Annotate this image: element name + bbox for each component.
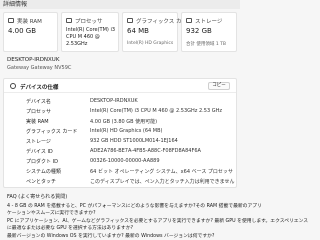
window-title: 詳細情報 bbox=[3, 1, 28, 8]
processor-card-title: プロセッサ bbox=[75, 19, 103, 25]
faq-line: PC にアプリケーション、Al、ゲームなどグラフィックスを必要とするアプリを実行… bbox=[7, 219, 309, 224]
spec-label: 実装 RAM bbox=[26, 119, 49, 125]
device-specs-header[interactable]: デバイスの仕様 コピー bbox=[4, 79, 236, 93]
spec-row: デバイス ID ADE2A786-BE7A-4FB5-A88C-F08FD8A8… bbox=[4, 148, 236, 156]
faq-section: FAQ (よく寄せられる質問) 4 - 8 GB の RAM を搭載すると、PC… bbox=[3, 191, 308, 239]
spec-value: ADE2A786-BE7A-4FB5-A88C-F08FD8A84F6A bbox=[90, 148, 201, 154]
copy-button[interactable]: コピー bbox=[208, 82, 230, 90]
device-model: Gateway Gateway NV59C bbox=[7, 65, 72, 71]
spec-value: DESKTOP-IRDNXUK bbox=[90, 98, 138, 104]
spec-row: 実装 RAM 4.00 GB (3.80 GB 使用可能) bbox=[4, 118, 236, 126]
device-info: DESKTOP-IRDNXUK Gateway Gateway NV59C bbox=[3, 55, 237, 75]
faq-line: 最新バージョンの Windows OS を実行していますか? 最新の Windo… bbox=[7, 234, 215, 239]
graphics-card-icon bbox=[127, 18, 133, 23]
storage-card-sub: 合計 使用領域 1 TB bbox=[186, 42, 226, 47]
spec-value: 00326-10000-00000-AA889 bbox=[90, 158, 160, 164]
processor-card-line1: Intel(R) Core(TM) i3 bbox=[66, 27, 116, 33]
spec-row: デバイス名 DESKTOP-IRDNXUK bbox=[4, 98, 236, 106]
spec-row: プロセッサ Intel(R) Core(TM) i3 CPU M 460 @ 2… bbox=[4, 108, 236, 116]
processor-card-line2: CPU M 460 @ bbox=[66, 34, 100, 40]
spec-label: システムの種類 bbox=[26, 169, 61, 175]
spec-label: デバイス ID bbox=[26, 149, 53, 155]
storage-icon bbox=[186, 18, 192, 23]
device-specs-title: デバイスの仕様 bbox=[20, 85, 59, 91]
device-name: DESKTOP-IRDNXUK bbox=[7, 57, 60, 63]
spec-row: ペンとタッチ このディスプレイでは、ペン入力とタッチ入力は利用できません bbox=[4, 178, 236, 186]
summary-cards: 実装 RAM 4.00 GB プロセッサ Intel(R) Core(TM) i… bbox=[3, 12, 237, 52]
graphics-card-card[interactable]: グラフィックス カード 64 MB Intel(R) HD Graphics bbox=[122, 12, 192, 52]
graphics-card-value: 64 MB bbox=[127, 27, 149, 35]
memory-icon bbox=[8, 18, 14, 23]
spec-value: 4.00 GB (3.80 GB 使用可能) bbox=[90, 119, 158, 125]
processor-card-line3: 2.53GHz bbox=[66, 41, 88, 47]
info-icon bbox=[10, 83, 16, 89]
storage-card[interactable]: ストレージ 932 GB 合計 使用領域 1 TB bbox=[181, 12, 237, 52]
spec-value: 932 GB HDD ST1000LM014-1EJ164 bbox=[90, 138, 178, 144]
faq-line: に最適なまたは必要な GPU を選択する方法はありますか? bbox=[7, 226, 134, 231]
window-title-bar: 詳細情報 bbox=[0, 0, 240, 9]
spec-row: システムの種類 64 ビット オペレーティング システム、x64 ベース プロセ… bbox=[4, 168, 236, 176]
device-specs-panel: デバイスの仕様 コピー デバイス名 DESKTOP-IRDNXUK プロセッサ … bbox=[3, 78, 237, 188]
spec-label: デバイス名 bbox=[26, 99, 51, 105]
spec-value: このディスプレイでは、ペン入力とタッチ入力は利用できません bbox=[90, 179, 235, 185]
spec-value: 64 ビット オペレーティング システム、x64 ベース プロセッサ bbox=[90, 169, 233, 175]
spec-value: Intel(R) HD Graphics (64 MB) bbox=[90, 128, 163, 134]
graphics-card-sub: Intel(R) HD Graphics bbox=[127, 41, 174, 46]
faq-line: ケーションやスムーズに実行できますか? bbox=[7, 211, 96, 216]
faq-line: 4 - 8 GB の RAM を搭載すると、PC がパフォーマンスにどのような影… bbox=[7, 204, 262, 209]
storage-card-title: ストレージ bbox=[195, 19, 223, 25]
storage-card-value: 932 GB bbox=[186, 27, 212, 35]
spec-row: ストレージ 932 GB HDD ST1000LM014-1EJ164 bbox=[4, 138, 236, 146]
ram-card-title: 実装 RAM bbox=[17, 19, 42, 25]
spec-label: ストレージ bbox=[26, 139, 51, 145]
spec-value: Intel(R) Core(TM) i3 CPU M 460 @ 2.53GHz… bbox=[90, 108, 222, 114]
ram-card-value: 4.00 GB bbox=[8, 27, 37, 35]
processor-card[interactable]: プロセッサ Intel(R) Core(TM) i3 CPU M 460 @ 2… bbox=[61, 12, 119, 52]
spec-label: プロダクト ID bbox=[26, 159, 58, 165]
ram-card[interactable]: 実装 RAM 4.00 GB bbox=[3, 12, 58, 52]
spec-label: プロセッサ bbox=[26, 109, 52, 115]
spec-label: グラフィックス カード bbox=[26, 129, 78, 135]
spec-label: ペンとタッチ bbox=[26, 179, 57, 185]
spec-row: プロダクト ID 00326-10000-00000-AA889 bbox=[4, 158, 236, 166]
spec-row: グラフィックス カード Intel(R) HD Graphics (64 MB) bbox=[4, 128, 236, 136]
processor-icon bbox=[66, 18, 72, 23]
faq-title[interactable]: FAQ (よく寄せられる質問) bbox=[7, 193, 67, 200]
